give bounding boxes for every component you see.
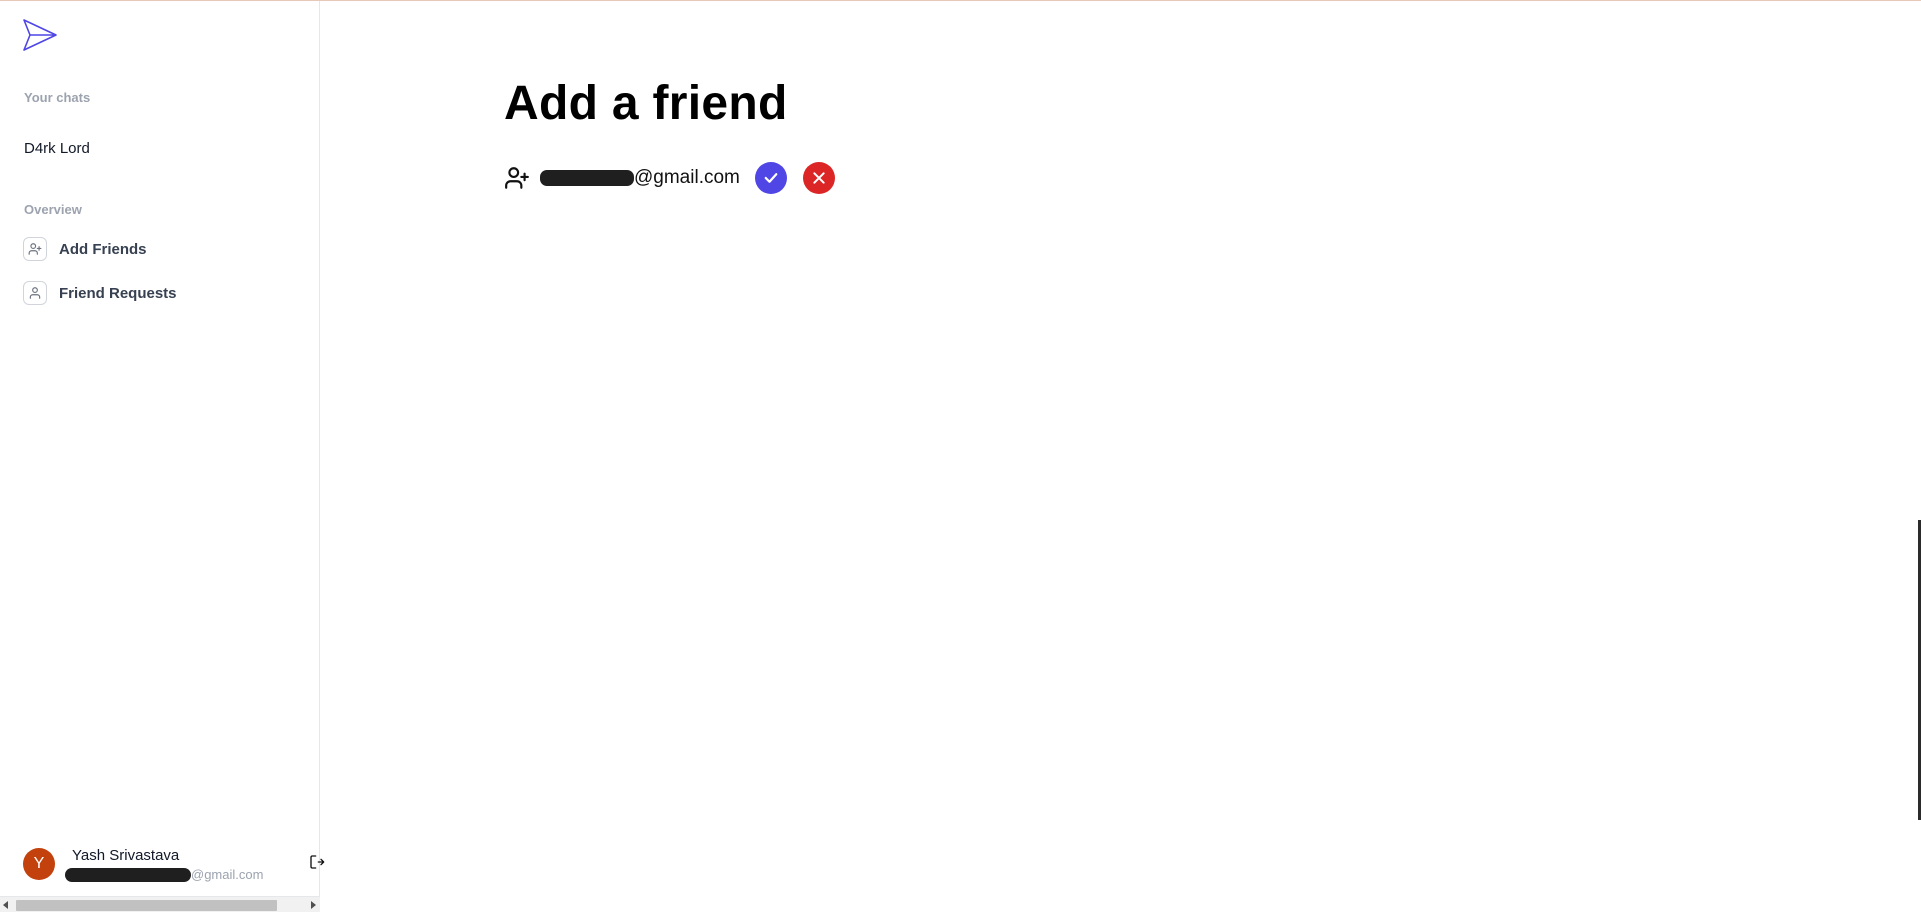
paper-plane-logo-icon[interactable] [22,18,58,52]
redacted-mark [65,867,191,882]
horizontal-scrollbar[interactable] [0,896,320,912]
profile-email: @gmail.com [65,867,263,882]
page-title: Add a friend [504,77,788,130]
nav-item-add-friends[interactable]: Add Friends [23,234,147,264]
request-email-suffix: @gmail.com [634,167,740,188]
redacted-mark [540,170,634,186]
friend-request-row: @gmail.com [504,161,835,195]
profile-email-suffix: @gmail.com [191,867,264,882]
accept-request-button[interactable] [754,162,787,194]
deny-request-button[interactable] [802,162,835,194]
chat-item-d4rk-lord[interactable]: D4rk Lord [24,140,90,157]
scroll-right-arrow-icon[interactable] [311,901,316,909]
overview-label: Overview [24,202,82,217]
close-icon [813,172,825,184]
profile-name: Yash Srivastava [72,847,180,864]
check-icon [764,173,778,183]
user-profile: Y Yash Srivastava @gmail.com [23,846,325,886]
avatar: Y [23,848,55,880]
user-plus-icon [23,237,47,261]
nav-item-friend-requests[interactable]: Friend Requests [23,278,177,308]
your-chats-label: Your chats [24,90,91,105]
scroll-left-arrow-icon[interactable] [3,901,8,909]
request-email: @gmail.com [540,167,740,189]
scrollbar-thumb[interactable] [16,900,277,911]
nav-item-label: Add Friends [59,240,147,258]
main-content: Add a friend @gmail.com [321,1,1921,912]
user-plus-icon [505,167,529,189]
nav-item-label: Friend Requests [59,284,177,302]
sidebar: Your chats D4rk Lord Overview Add Friend… [0,1,325,912]
user-icon [23,281,47,305]
